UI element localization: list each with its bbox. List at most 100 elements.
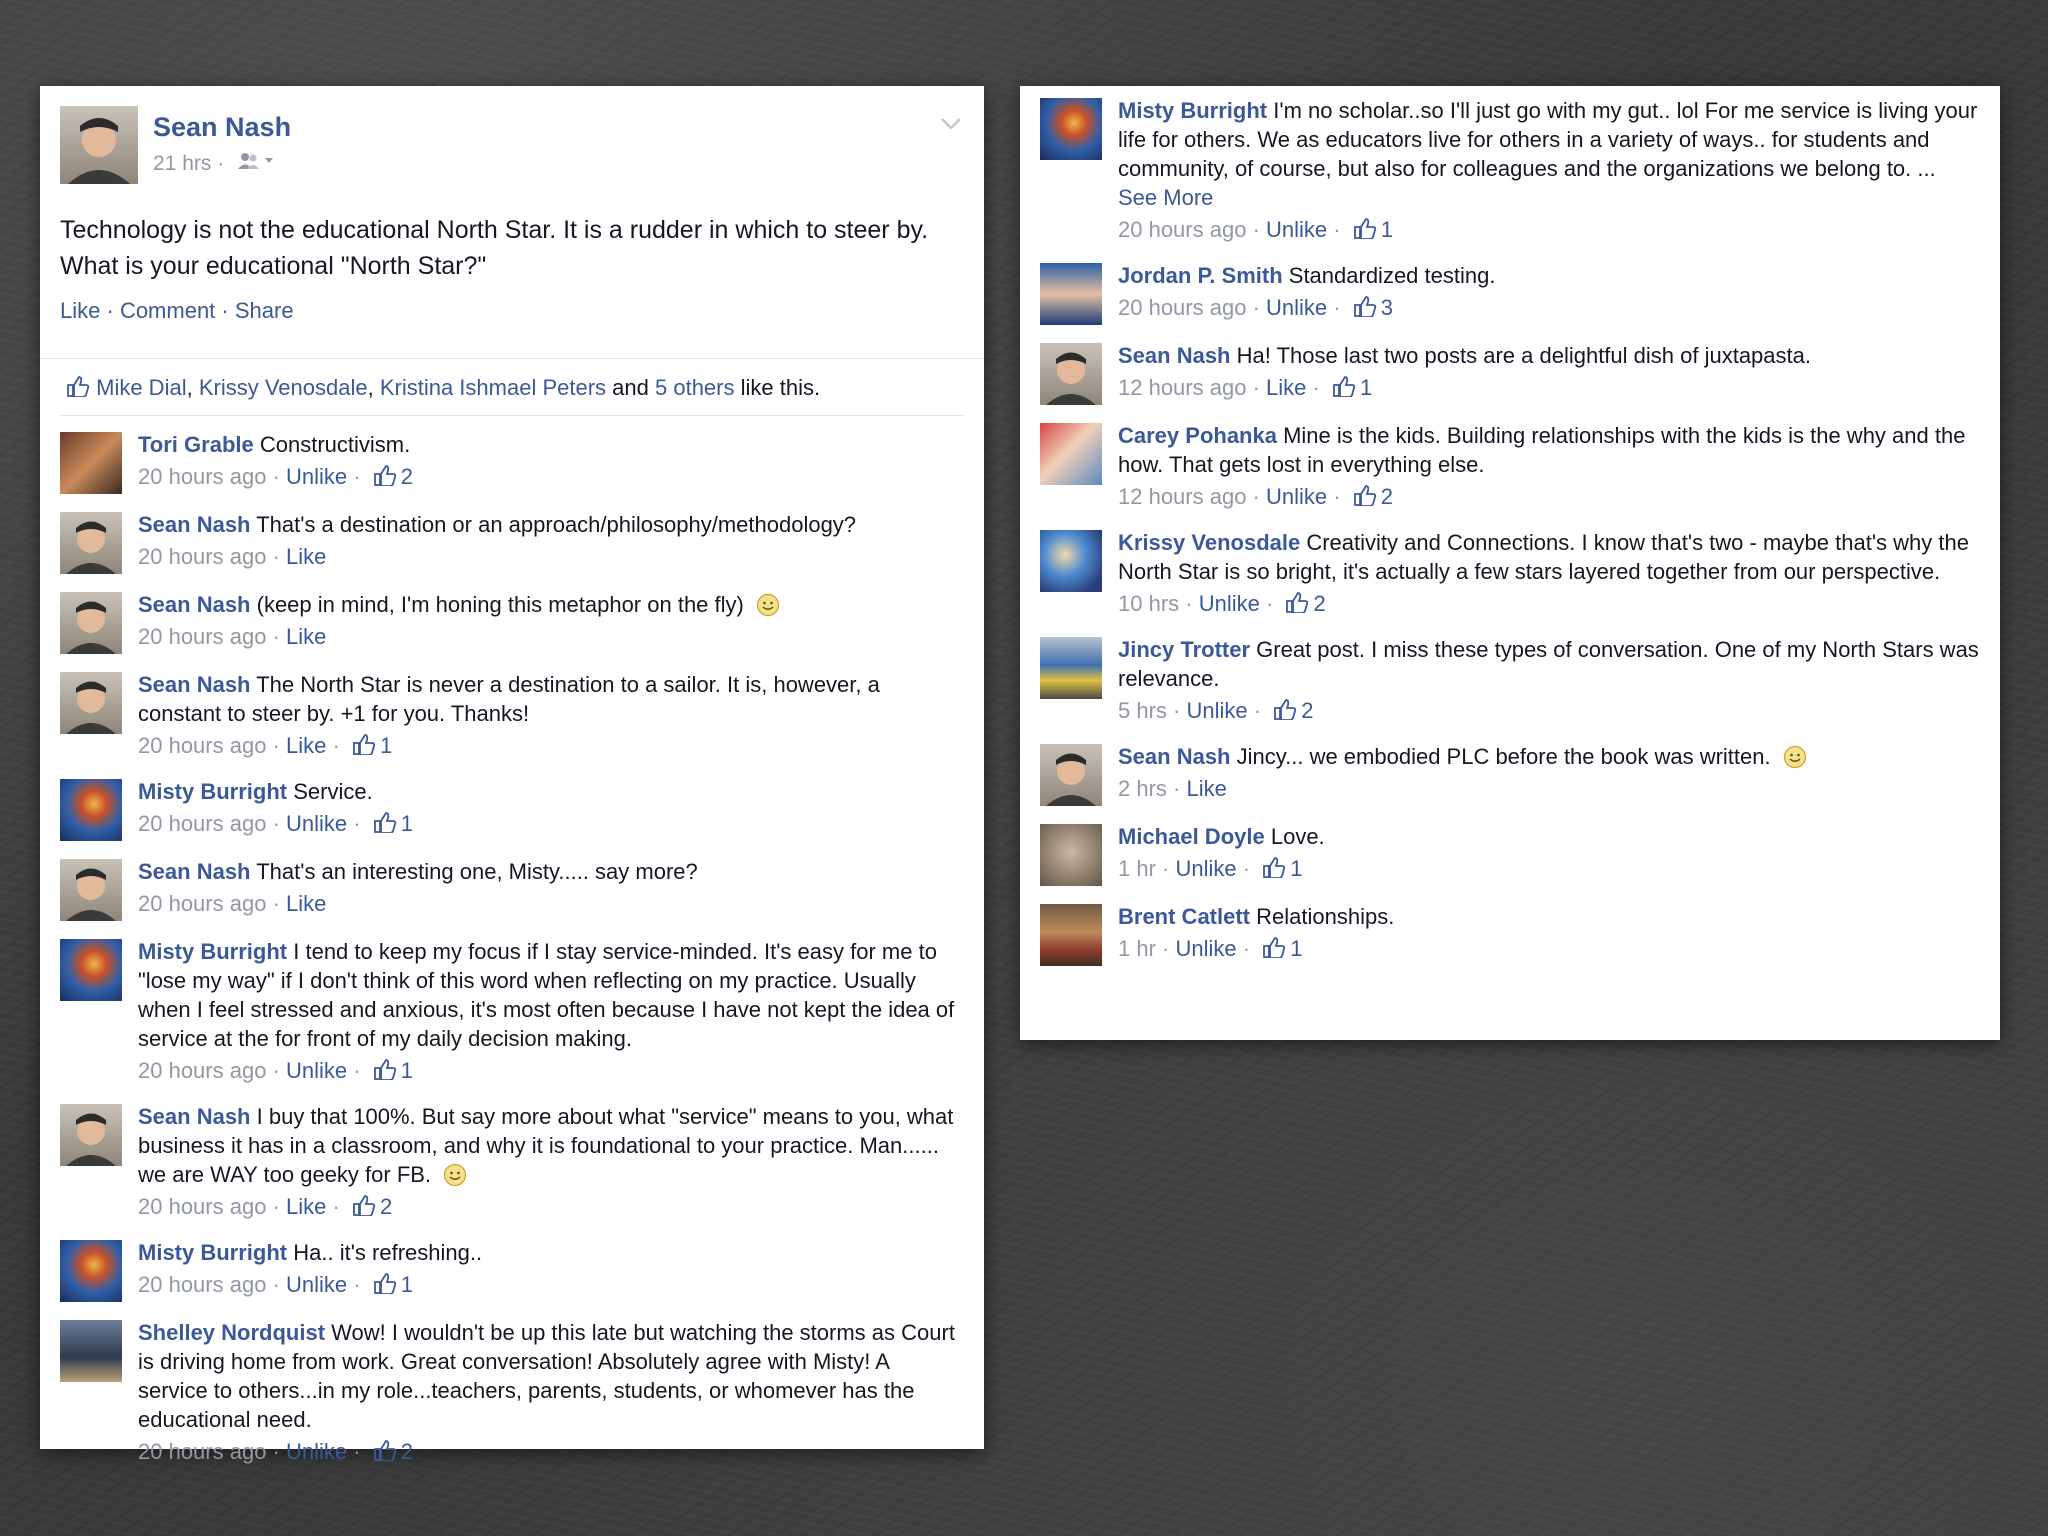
comment-like-link[interactable]: Unlike [286, 811, 347, 836]
comment-like-link[interactable]: Unlike [1266, 217, 1327, 242]
comment-like-link[interactable]: Like [286, 733, 326, 758]
like-count[interactable]: 3 [1381, 295, 1393, 320]
like-count[interactable]: 1 [401, 811, 413, 836]
post-time[interactable]: 21 hrs [153, 152, 211, 175]
comment-time[interactable]: 20 hours ago [1118, 295, 1246, 320]
like-count[interactable]: 2 [1381, 484, 1393, 509]
commenter-name[interactable]: Misty Burright [138, 779, 287, 804]
commenter-avatar[interactable] [60, 779, 122, 841]
commenter-name[interactable]: Carey Pohanka [1118, 423, 1277, 448]
comment-like-link[interactable]: Unlike [1176, 936, 1237, 961]
liker-mike-dial[interactable]: Mike Dial [96, 375, 186, 400]
comment-time[interactable]: 20 hours ago [1118, 217, 1246, 242]
audience-friends-icon[interactable] [238, 152, 278, 175]
commenter-avatar[interactable] [1040, 423, 1102, 485]
commenter-avatar[interactable] [1040, 637, 1102, 699]
comment-like-link[interactable]: Unlike [1187, 698, 1248, 723]
like-count[interactable]: 2 [1313, 591, 1325, 616]
share-link[interactable]: Share [235, 298, 294, 323]
thumbs-up-icon[interactable] [367, 1439, 397, 1464]
like-count[interactable]: 2 [401, 1439, 413, 1464]
comment-time[interactable]: 20 hours ago [138, 1058, 266, 1083]
commenter-name[interactable]: Shelley Nordquist [138, 1320, 325, 1345]
comment-like-link[interactable]: Like [1266, 375, 1306, 400]
commenter-name[interactable]: Brent Catlett [1118, 904, 1250, 929]
thumbs-up-icon[interactable] [346, 1194, 376, 1219]
comment-like-link[interactable]: Unlike [1176, 856, 1237, 881]
comment-time[interactable]: 20 hours ago [138, 733, 266, 758]
comment-like-link[interactable]: Unlike [286, 1272, 347, 1297]
thumbs-up-icon[interactable] [367, 1272, 397, 1297]
commenter-avatar[interactable] [1040, 530, 1102, 592]
comment-like-link[interactable]: Like [286, 624, 326, 649]
commenter-name[interactable]: Jincy Trotter [1118, 637, 1250, 662]
commenter-avatar[interactable] [60, 1320, 122, 1382]
comment-like-link[interactable]: Like [1187, 776, 1227, 801]
commenter-avatar[interactable] [1040, 263, 1102, 325]
commenter-name[interactable]: Michael Doyle [1118, 824, 1265, 849]
commenter-name[interactable]: Krissy Venosdale [1118, 530, 1300, 555]
comment-like-link[interactable]: Like [286, 1194, 326, 1219]
comment-time[interactable]: 5 hrs [1118, 698, 1167, 723]
comment-time[interactable]: 20 hours ago [138, 544, 266, 569]
comment-time[interactable]: 20 hours ago [138, 1439, 266, 1464]
post-author-name[interactable]: Sean Nash [153, 112, 291, 143]
commenter-name[interactable]: Sean Nash [138, 859, 251, 884]
commenter-avatar[interactable] [1040, 744, 1102, 806]
thumbs-up-icon[interactable] [1256, 856, 1286, 881]
thumbs-up-icon[interactable] [1347, 295, 1377, 320]
comment-time[interactable]: 20 hours ago [138, 891, 266, 916]
thumbs-up-icon[interactable] [1326, 375, 1356, 400]
comment-time[interactable]: 1 hr [1118, 856, 1156, 881]
comment-like-link[interactable]: Unlike [286, 1439, 347, 1464]
thumbs-up-icon[interactable] [1347, 484, 1377, 509]
thumbs-up-icon[interactable] [1256, 936, 1286, 961]
commenter-name[interactable]: Sean Nash [138, 1104, 251, 1129]
thumbs-up-icon[interactable] [367, 811, 397, 836]
commenter-avatar[interactable] [60, 672, 122, 734]
commenter-name[interactable]: Sean Nash [1118, 744, 1231, 769]
commenter-avatar[interactable] [1040, 98, 1102, 160]
like-count[interactable]: 2 [380, 1194, 392, 1219]
commenter-avatar[interactable] [60, 939, 122, 1001]
comment-time[interactable]: 20 hours ago [138, 1194, 266, 1219]
commenter-name[interactable]: Sean Nash [138, 592, 251, 617]
comment-time[interactable]: 20 hours ago [138, 624, 266, 649]
comment-time[interactable]: 20 hours ago [138, 1272, 266, 1297]
commenter-avatar[interactable] [1040, 904, 1102, 966]
commenter-name[interactable]: Misty Burright [138, 1240, 287, 1265]
commenter-avatar[interactable] [60, 1104, 122, 1166]
commenter-name[interactable]: Sean Nash [138, 672, 251, 697]
likers-others-link[interactable]: 5 others [655, 375, 735, 400]
thumbs-up-icon[interactable] [367, 1058, 397, 1083]
comment-like-link[interactable]: Unlike [286, 1058, 347, 1083]
chevron-down-icon[interactable] [940, 110, 962, 138]
thumbs-up-icon[interactable] [346, 733, 376, 758]
comment-like-link[interactable]: Unlike [1199, 591, 1260, 616]
comment-time[interactable]: 20 hours ago [138, 464, 266, 489]
commenter-avatar[interactable] [60, 432, 122, 494]
like-count[interactable]: 2 [401, 464, 413, 489]
commenter-avatar[interactable] [1040, 343, 1102, 405]
like-link[interactable]: Like [60, 298, 100, 323]
like-count[interactable]: 1 [1381, 217, 1393, 242]
thumbs-up-icon[interactable] [367, 464, 397, 489]
comment-like-link[interactable]: Like [286, 891, 326, 916]
like-count[interactable]: 1 [401, 1058, 413, 1083]
comment-time[interactable]: 1 hr [1118, 936, 1156, 961]
commenter-avatar[interactable] [60, 512, 122, 574]
comment-time[interactable]: 12 hours ago [1118, 375, 1246, 400]
commenter-name[interactable]: Tori Grable [138, 432, 254, 457]
comment-time[interactable]: 10 hrs [1118, 591, 1179, 616]
commenter-name[interactable]: Misty Burright [138, 939, 287, 964]
liker-krissy-venosdale[interactable]: Krissy Venosdale [199, 375, 368, 400]
comment-time[interactable]: 2 hrs [1118, 776, 1167, 801]
commenter-avatar[interactable] [60, 592, 122, 654]
comment-time[interactable]: 20 hours ago [138, 811, 266, 836]
commenter-name[interactable]: Sean Nash [138, 512, 251, 537]
thumbs-up-icon[interactable] [1279, 591, 1309, 616]
commenter-name[interactable]: Sean Nash [1118, 343, 1231, 368]
thumbs-up-icon[interactable] [1347, 217, 1377, 242]
like-count[interactable]: 1 [1290, 936, 1302, 961]
see-more-link[interactable]: See More [1118, 185, 1213, 210]
